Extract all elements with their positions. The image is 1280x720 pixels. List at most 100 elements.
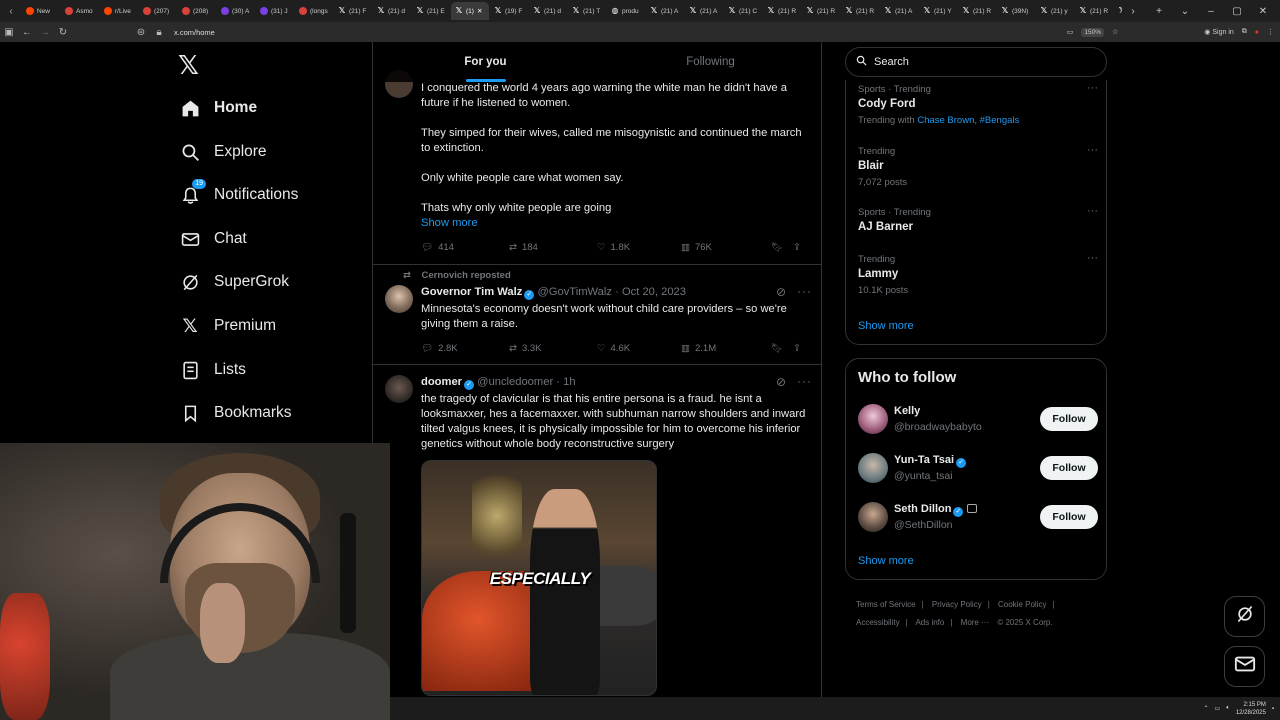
zoom-level[interactable]: 150% — [1081, 27, 1105, 37]
who-show-more-link[interactable]: Show more — [858, 555, 914, 567]
grok-icon[interactable]: ⊘ — [776, 285, 787, 299]
nav-chat[interactable]: Chat — [170, 219, 247, 259]
nav-premium[interactable]: 𝕏 Premium — [170, 306, 276, 346]
trend-item[interactable]: Trending Lammy 10.1K posts ··· — [858, 252, 1098, 296]
screen-icon[interactable]: ▭ — [1067, 28, 1074, 36]
notification-center-icon[interactable]: ▪ — [1272, 706, 1274, 712]
browser-tab[interactable]: 𝕏 (21) Y — [919, 2, 957, 20]
browser-tab[interactable]: 𝕏 (21) d — [529, 2, 567, 20]
tab-for-you[interactable]: For you — [373, 42, 598, 82]
reply-button[interactable]: 💬︎ 414 — [421, 242, 509, 253]
follow-suggestion[interactable]: Kelly @broadwaybabyto Follow — [858, 404, 1098, 438]
browser-tab[interactable]: 𝕏 (21) T — [568, 2, 606, 20]
close-window-button[interactable]: ✕ — [1252, 6, 1274, 17]
browser-tab[interactable]: 𝕏 (21) R — [802, 2, 840, 20]
nav-bookmarks[interactable]: Bookmarks — [170, 393, 292, 433]
grok-button[interactable] — [1224, 596, 1265, 637]
share-button[interactable]: ⇪ — [793, 242, 801, 253]
share-button[interactable]: ⇪ — [793, 343, 801, 354]
author-handle[interactable]: @GovTimWalz — [537, 286, 612, 298]
browser-tab[interactable]: 𝕏 (39N) — [997, 2, 1035, 20]
browser-tab[interactable]: (208) — [178, 2, 216, 20]
browser-tab[interactable]: 𝕏 (1) ✕ — [451, 2, 489, 20]
avatar[interactable] — [385, 375, 413, 403]
show-more-link[interactable]: Show more — [421, 216, 811, 231]
suggestion-handle[interactable]: @SethDillon — [894, 519, 953, 531]
footer-link[interactable]: Privacy Policy — [932, 600, 982, 609]
site-info-icon[interactable]: ⊜ — [132, 27, 150, 38]
browser-tab[interactable]: 𝕏 (21) A — [646, 2, 684, 20]
trends-show-more-link[interactable]: Show more — [858, 320, 914, 332]
suggestion-handle[interactable]: @broadwaybabyto — [894, 421, 982, 433]
nav-explore[interactable]: Explore — [170, 132, 267, 172]
tab-scroll-left-icon[interactable]: ‹ — [0, 6, 22, 17]
menu-icon[interactable]: ⋮ — [1267, 28, 1274, 36]
grok-icon[interactable]: ⊘ — [776, 375, 787, 389]
browser-tab[interactable]: 𝕏 (21) E — [412, 2, 450, 20]
author-handle[interactable]: @uncledoomer — [477, 376, 553, 388]
avatar[interactable] — [385, 285, 413, 313]
footer-link[interactable]: Ads info — [915, 618, 944, 627]
reply-button[interactable]: 💬︎ 2.8K — [421, 343, 509, 354]
extensions-icon[interactable]: ⧉ — [1242, 28, 1247, 36]
views-button[interactable]: ▥ 76K — [681, 242, 771, 253]
browser-tab[interactable]: 𝕏 (21) A — [685, 2, 723, 20]
browser-tab[interactable]: 𝕏 (21) d — [373, 2, 411, 20]
reposted-by[interactable]: Cernovich reposted — [422, 270, 511, 281]
avatar[interactable] — [858, 453, 888, 483]
browser-tab[interactable]: (31) J — [256, 2, 294, 20]
footer-link[interactable]: Accessibility — [856, 618, 900, 627]
follow-suggestion[interactable]: Yun-Ta Tsai ✓ @yunta_tsai Follow — [858, 453, 1098, 487]
follow-suggestion[interactable]: Seth Dillon ✓ @SethDillon Follow — [858, 502, 1098, 536]
browser-tab[interactable]: 𝕏 (21) R — [958, 2, 996, 20]
nav-home[interactable]: Home — [170, 88, 257, 128]
x-logo-icon[interactable]: 𝕏 — [178, 52, 199, 78]
browser-tab[interactable]: 𝕏 (21) R — [763, 2, 801, 20]
browser-tab[interactable]: 𝕏 (21) A — [880, 2, 918, 20]
like-button[interactable]: ♡ 4.6K — [597, 343, 681, 354]
trend-links[interactable]: Chase Brown, #Bengals — [917, 115, 1019, 126]
tab-following[interactable]: Following — [598, 42, 821, 82]
trend-item[interactable]: Trending Blair 7,072 posts ··· — [858, 144, 1098, 188]
reload-button[interactable]: ↻ — [54, 27, 72, 38]
signin-label[interactable]: Sign in — [1212, 29, 1233, 36]
more-options-icon[interactable]: ··· — [1087, 82, 1098, 94]
more-options-icon[interactable]: ··· — [1087, 144, 1098, 156]
browser-tab[interactable]: New — [22, 2, 60, 20]
tab-search-icon[interactable]: ⌄ — [1174, 6, 1196, 17]
nav-notifications[interactable]: 19 Notifications — [170, 175, 298, 215]
url-field[interactable]: x.com/home — [174, 28, 215, 37]
tweet-media-image[interactable]: ESPECIALLY — [421, 460, 657, 696]
suggestion-name[interactable]: Kelly — [894, 405, 920, 417]
browser-tab[interactable]: (30) A — [217, 2, 255, 20]
footer-more-link[interactable]: More ··· — [961, 618, 989, 627]
messages-button[interactable] — [1224, 646, 1265, 687]
browser-tab[interactable]: 𝕏 (21) R — [841, 2, 879, 20]
trend-item[interactable]: Sports · Trending AJ Barner ··· — [858, 205, 1098, 233]
clock[interactable]: 2:15 PM 12/28/2025 — [1236, 701, 1266, 717]
network-icon[interactable]: ▭ — [1215, 705, 1221, 712]
views-button[interactable]: ▥ 2.1M — [681, 343, 771, 354]
restore-button[interactable]: ▢ — [1226, 6, 1248, 17]
volume-icon[interactable]: 🔈︎ — [1226, 705, 1230, 712]
footer-link[interactable]: Cookie Policy — [998, 600, 1046, 609]
profile-icon[interactable]: ◉ Sign in — [1204, 28, 1233, 36]
tray-chevron-icon[interactable]: ⌃ — [1204, 705, 1209, 712]
author-name[interactable]: doomer — [421, 376, 462, 388]
avatar[interactable] — [858, 404, 888, 434]
nav-lists[interactable]: Lists — [170, 350, 246, 390]
search-input[interactable]: Search — [845, 47, 1107, 77]
browser-tab[interactable]: Asmo — [61, 2, 99, 20]
follow-button[interactable]: Follow — [1040, 456, 1098, 480]
repost-button[interactable]: ⇄ 3.3K — [509, 343, 597, 354]
tweet-date[interactable]: Oct 20, 2023 — [622, 286, 686, 298]
browser-tab[interactable]: 𝕏 (21) R — [1075, 2, 1113, 20]
more-options-icon[interactable]: ··· — [797, 284, 812, 298]
tweet-time[interactable]: 1h — [563, 376, 575, 388]
browser-tab[interactable]: (longs — [295, 2, 333, 20]
notification-bell-icon[interactable]: ● — [1255, 29, 1259, 36]
back-button[interactable]: ← — [18, 27, 36, 38]
avatar[interactable] — [858, 502, 888, 532]
sidebar-toggle-icon[interactable]: ▣ — [0, 27, 18, 38]
tab-scroll-right-icon[interactable]: › — [1122, 6, 1144, 17]
